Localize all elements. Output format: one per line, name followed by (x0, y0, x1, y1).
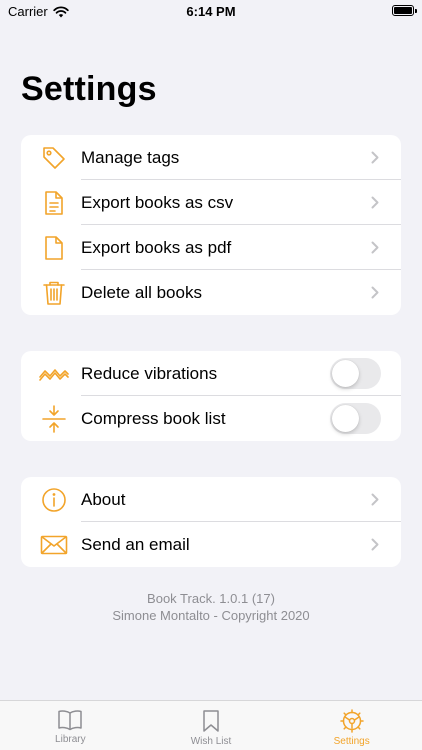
delete-all-label: Delete all books (81, 282, 202, 302)
about-label: About (81, 489, 126, 509)
compress-list-row: Compress book list (21, 396, 401, 441)
preferences-group: Reduce vibrations Compress book list (21, 351, 401, 441)
gear-icon (339, 709, 364, 733)
delete-all-row[interactable]: Delete all books (21, 270, 401, 315)
tab-library-label: Library (55, 734, 86, 745)
document-icon (39, 233, 69, 263)
toggle-knob (332, 405, 359, 432)
export-csv-label: Export books as csv (81, 192, 234, 212)
chevron-right-icon (371, 241, 379, 254)
tab-wish-list-label: Wish List (190, 736, 232, 747)
status-bar: Carrier 6:14 PM (0, 0, 422, 24)
envelope-icon (39, 530, 69, 560)
export-pdf-row[interactable]: Export books as pdf (21, 225, 401, 270)
toggle-knob (332, 360, 359, 387)
tab-wish-list[interactable]: Wish List (141, 701, 282, 750)
tab-bar: Library Wish List Settings (0, 700, 422, 750)
version-text: Book Track. 1.0.1 (17) (147, 591, 275, 606)
export-pdf-label: Export books as pdf (81, 237, 232, 257)
document-text-icon (39, 188, 69, 218)
copyright-text: Simone Montalto - Copyright 2020 (112, 608, 310, 623)
status-time: 6:14 PM (186, 4, 236, 19)
compress-list-toggle[interactable] (330, 403, 381, 434)
compress-icon (39, 404, 69, 434)
manage-tags-row[interactable]: Manage tags (21, 135, 401, 180)
chevron-right-icon (371, 538, 379, 551)
battery-icon (392, 5, 417, 16)
about-row[interactable]: About (21, 477, 401, 522)
data-management-group: Manage tags Export books as csv Export b… (21, 135, 401, 315)
page-title: Settings (21, 70, 157, 108)
chevron-right-icon (371, 151, 379, 164)
send-email-label: Send an email (81, 534, 190, 554)
tab-library[interactable]: Library (0, 701, 141, 750)
compress-list-label: Compress book list (81, 408, 226, 428)
send-email-row[interactable]: Send an email (21, 522, 401, 567)
info-icon (39, 485, 69, 515)
reduce-vibrations-row: Reduce vibrations (21, 351, 401, 396)
vibration-icon (39, 359, 69, 389)
trash-icon (39, 278, 69, 308)
bookmark-icon (203, 710, 219, 732)
reduce-vibrations-label: Reduce vibrations (81, 363, 218, 383)
chevron-right-icon (371, 196, 379, 209)
export-csv-row[interactable]: Export books as csv (21, 180, 401, 225)
chevron-right-icon (371, 286, 379, 299)
book-icon (58, 710, 83, 731)
chevron-right-icon (371, 493, 379, 506)
tag-icon (39, 143, 69, 173)
reduce-vibrations-toggle[interactable] (330, 358, 381, 389)
tab-settings-label: Settings (333, 736, 370, 747)
info-group: About Send an email (21, 477, 401, 567)
manage-tags-label: Manage tags (81, 147, 180, 167)
tab-settings[interactable]: Settings (281, 701, 422, 750)
